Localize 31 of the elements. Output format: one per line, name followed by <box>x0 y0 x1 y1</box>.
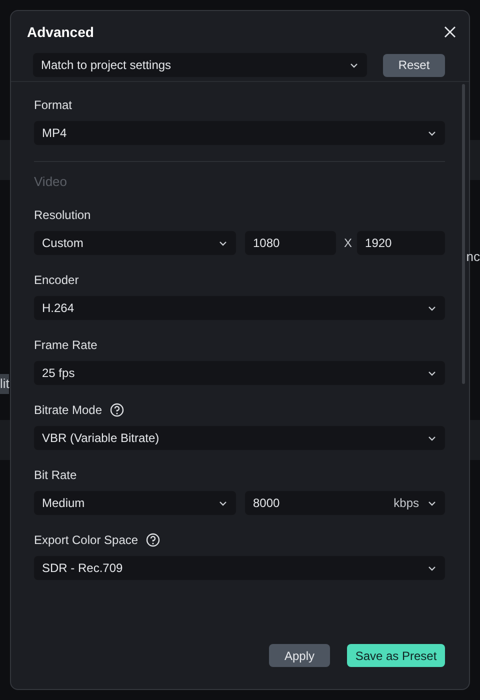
apply-button[interactable]: Apply <box>269 644 330 667</box>
preset-dropdown[interactable]: Match to project settings <box>33 53 367 77</box>
field-label: Frame Rate <box>34 336 98 354</box>
dropdown[interactable]: Custom <box>34 230 236 254</box>
number-field[interactable]: 1080 <box>245 230 336 254</box>
field-label: Bitrate Mode <box>34 402 102 418</box>
number-field[interactable]: 1920 <box>357 230 445 254</box>
field-label: Export Color Space <box>34 532 138 548</box>
reset-button[interactable]: Reset <box>383 54 445 76</box>
background-label: nc <box>466 248 480 266</box>
bitrate-field[interactable]: 8000 kbps <box>245 490 445 514</box>
close-icon[interactable] <box>444 26 456 38</box>
separator-text: X <box>344 234 352 252</box>
scrollbar-thumb[interactable] <box>462 84 465 384</box>
help-icon[interactable] <box>110 402 124 416</box>
dropdown[interactable]: MP4 <box>34 121 445 145</box>
dropdown[interactable]: 25 fps <box>34 360 445 384</box>
dialog-title: Advanced <box>27 22 94 42</box>
dropdown[interactable]: H.264 <box>34 296 445 320</box>
field-label: Format <box>34 97 72 114</box>
dropdown[interactable]: Medium <box>34 490 236 514</box>
dropdown[interactable]: VBR (Variable Bitrate) <box>34 426 445 450</box>
field-label: Bit Rate <box>34 466 77 484</box>
background-label: lit <box>0 374 10 394</box>
dropdown[interactable]: SDR - Rec.709 <box>34 556 445 580</box>
save-preset-button[interactable]: Save as Preset <box>347 644 445 667</box>
section-heading: Video <box>34 161 445 192</box>
field-label: Resolution <box>34 206 91 224</box>
field-label: Encoder <box>34 272 79 288</box>
help-icon[interactable] <box>146 532 160 546</box>
unit-dropdown[interactable]: kbps <box>394 494 419 512</box>
